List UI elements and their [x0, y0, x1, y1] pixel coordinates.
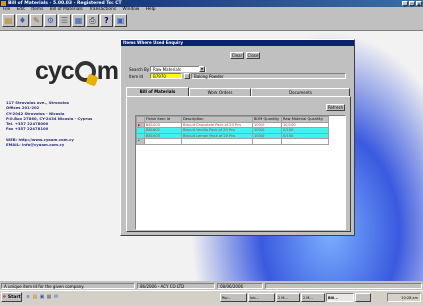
dialog-title: Items Where Used Enquiry	[121, 40, 354, 46]
quicklaunch-app-icon[interactable]: ▦	[46, 294, 52, 300]
table-cell	[144, 138, 182, 145]
company-contact: 117 Strovolos ave., Strovolos Offices 20…	[6, 100, 92, 147]
clear-button[interactable]: Clear	[230, 52, 244, 59]
taskbar-item-active[interactable]: Bill...	[326, 293, 354, 302]
open-folder-icon[interactable]: ▤	[2, 14, 15, 27]
menu-edit[interactable]: Edit	[17, 7, 25, 12]
quicklaunch-desktop-icon[interactable]: ▣	[39, 294, 45, 300]
window-icon[interactable]: ▣	[114, 14, 127, 27]
where-used-grid: Finish Item Id Description BOM Quantity …	[135, 115, 346, 230]
email-link[interactable]: EMAIL: info@cyaam.com.cy	[6, 142, 92, 147]
app-icon	[1, 1, 6, 6]
close-button[interactable]: Close	[246, 52, 260, 59]
status-date: 08/06/2006	[217, 283, 263, 289]
edit-pencil-icon[interactable]: ✎	[30, 14, 43, 27]
close-window-button[interactable]: ×	[416, 1, 422, 7]
logo-text-start: cyc	[35, 57, 75, 85]
start-button[interactable]: ❖ Start	[1, 292, 22, 302]
window-title-bar: Bill of Materials - 5.00.03 - Registered…	[0, 0, 423, 7]
where-used-table: Finish Item Id Description BOM Quantity …	[136, 116, 329, 145]
menu-transactions[interactable]: Transactions	[89, 7, 116, 12]
bill-of-materials-icon[interactable]: ⚙	[44, 14, 57, 27]
status-company: 86/2006 - ACY CO LTD	[137, 283, 215, 289]
logo-text-end: m	[96, 57, 119, 85]
menu-items[interactable]: Items	[31, 7, 43, 12]
print-icon[interactable]: ⎙	[86, 14, 99, 27]
help-icon[interactable]: ?	[100, 14, 113, 27]
company-logo: cyc m	[35, 57, 119, 86]
reports-icon[interactable]: ▦	[72, 14, 85, 27]
quicklaunch-folder-icon[interactable]: ▤	[32, 294, 38, 300]
taskbar-item[interactable]: 2 M...	[276, 293, 300, 302]
quicklaunch-mail-icon[interactable]: ✉	[53, 294, 59, 300]
chevron-down-icon[interactable]: ▼	[199, 66, 205, 72]
taskbar-item[interactable]: Inb...	[248, 293, 275, 302]
toolbar: ▤ ♦ ✎ ⚙ ☰ ▦ ⎙ ? ▣	[0, 13, 423, 31]
status-bar: A unique item Id for the given company. …	[0, 282, 423, 290]
quicklaunch-ie-icon[interactable]: e	[25, 294, 31, 300]
maximize-button[interactable]: □	[409, 1, 415, 7]
taskbar-item[interactable]	[355, 293, 371, 302]
column-header[interactable]: BOM Quantity	[252, 116, 282, 123]
table-new-row[interactable]: *	[136, 138, 329, 145]
menu-window[interactable]: Window	[122, 7, 139, 12]
item-description-field: Baking Powder	[191, 73, 346, 79]
refresh-button[interactable]: Refresh	[326, 104, 345, 111]
system-tray: 10:28 am	[387, 293, 421, 302]
minimize-button[interactable]: _	[402, 1, 408, 7]
windows-logo-icon: ❖	[2, 295, 7, 300]
table-cell	[252, 138, 282, 145]
status-empty	[265, 283, 422, 289]
taskbar-item[interactable]: 2 M...	[301, 293, 325, 302]
clock: 10:28 am	[401, 296, 418, 300]
taskbar-item[interactable]: Rip...	[220, 293, 247, 302]
item-id-label: Item Id	[129, 74, 144, 79]
menu-help[interactable]: Help	[146, 7, 156, 12]
new-row-marker-icon: *	[136, 138, 145, 145]
tab-documents[interactable]: Documents	[251, 88, 350, 96]
menu-bill-of-materials[interactable]: Bill of Materials	[50, 7, 83, 12]
menu-file[interactable]: File	[3, 7, 10, 12]
transactions-icon[interactable]: ☰	[58, 14, 71, 27]
tab-bill-of-materials[interactable]: Bill of Materials	[126, 87, 189, 96]
column-header[interactable]: Raw Material Quantity	[281, 116, 329, 123]
start-label: Start	[7, 295, 21, 300]
item-id-input[interactable]: B7970	[150, 73, 182, 79]
lookup-button[interactable]: ...	[184, 73, 190, 79]
table-cell	[181, 138, 253, 145]
items-icon[interactable]: ♦	[16, 14, 29, 27]
search-by-label: Search By	[129, 67, 150, 72]
status-message: A unique item Id for the given company.	[1, 283, 135, 289]
table-cell	[281, 138, 329, 145]
logo-q-icon	[74, 61, 96, 82]
search-by-select[interactable]: Raw Materials	[150, 66, 206, 72]
window-title: Bill of Materials - 5.00.03 - Registered…	[8, 1, 122, 6]
tab-work-orders[interactable]: Work Orders	[189, 88, 251, 96]
taskbar: ❖ Start e ▤ ▣ ▦ ✉ Rip... Inb... 2 M... 2…	[0, 290, 423, 305]
